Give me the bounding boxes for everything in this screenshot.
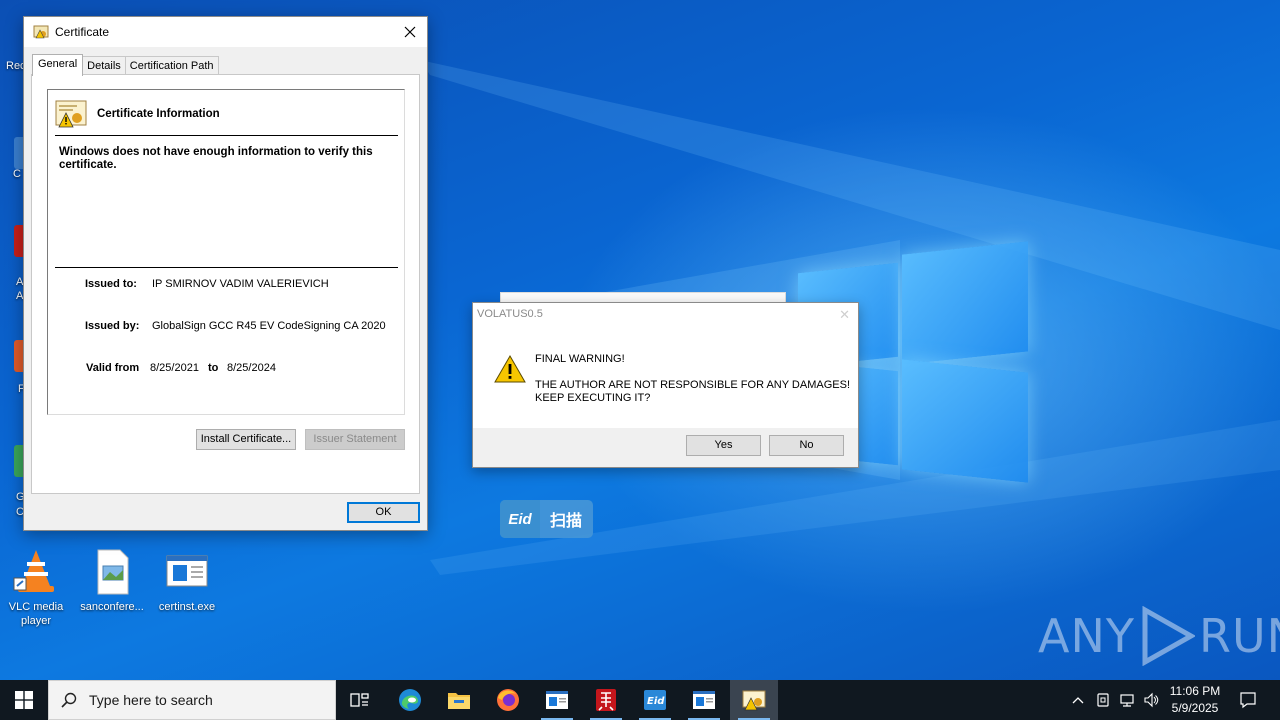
warning-line-1: FINAL WARNING! xyxy=(535,353,625,365)
certificate-warning-icon xyxy=(55,100,87,128)
image-file-icon xyxy=(88,548,136,596)
divider xyxy=(55,267,398,268)
volatus-dialog: VOLATUS0.5 ✕ FINAL WARNING! THE AUTHOR A… xyxy=(472,302,859,468)
valid-from-label: Valid from xyxy=(86,362,140,374)
eid-icon: Eid xyxy=(644,690,666,710)
speaker-icon xyxy=(1144,692,1159,708)
valid-to-label: to xyxy=(208,362,219,374)
exe-icon xyxy=(163,548,211,596)
eid-scan-label: 扫描 xyxy=(550,511,583,530)
notification-icon xyxy=(1240,692,1256,709)
valid-from-value: 8/25/2021 xyxy=(150,362,199,374)
close-icon xyxy=(404,26,416,38)
desktop-partial-label: C xyxy=(13,168,21,180)
tab-certification-path[interactable]: Certification Path xyxy=(124,56,219,76)
info-heading: Certificate Information xyxy=(97,108,220,120)
yes-button[interactable]: Yes xyxy=(686,435,761,456)
taskbar-search-box[interactable]: Type here to search xyxy=(48,680,336,720)
folder-icon xyxy=(448,693,470,709)
install-certificate-button[interactable]: Install Certificate... xyxy=(196,429,296,450)
eid-scan-widget[interactable]: Eid 扫描 xyxy=(500,500,593,538)
warning-line-3: KEEP EXECUTING IT? xyxy=(535,392,651,404)
valid-to-value: 8/25/2024 xyxy=(227,362,276,374)
clock-time: 11:06 PM xyxy=(1169,684,1221,698)
taskbar-edge[interactable] xyxy=(386,680,434,720)
search-icon xyxy=(61,692,77,708)
edge-icon xyxy=(399,689,421,711)
certificate-info-box: Certificate Information Windows does not… xyxy=(47,89,405,415)
issuer-statement-button[interactable]: Issuer Statement xyxy=(305,429,405,450)
taskbar-firefox[interactable] xyxy=(484,680,532,720)
start-button[interactable] xyxy=(0,680,48,720)
taskbar-certificate[interactable] xyxy=(730,680,778,720)
desktop-icon-vlc[interactable]: VLC media player xyxy=(0,548,74,628)
network-icon xyxy=(1120,694,1134,707)
certificate-dialog: Certificate General Details Certificatio… xyxy=(23,16,428,531)
desktop-icon-label: VLC media player xyxy=(8,601,64,627)
app-window-icon xyxy=(546,691,568,709)
app-window-icon xyxy=(693,691,715,709)
desktop-icon-sanconfere[interactable]: sanconfere... xyxy=(74,548,150,614)
certificate-icon xyxy=(33,25,49,39)
certificate-title: Certificate xyxy=(55,25,110,39)
taskbar-app-window[interactable] xyxy=(533,680,581,720)
certificate-warning-text: Windows does not have enough information… xyxy=(59,146,373,171)
issued-to-value: IP SMIRNOV VADIM VALERIEVICH xyxy=(152,278,329,290)
notification-center-button[interactable] xyxy=(1234,680,1262,720)
taskbar-red-app[interactable] xyxy=(582,680,630,720)
info-header: Certificate Information xyxy=(55,100,220,128)
tab-details[interactable]: Details xyxy=(82,56,126,76)
close-icon[interactable]: ✕ xyxy=(839,307,850,323)
svg-text:Eid: Eid xyxy=(647,696,665,707)
desktop-icon-certinst[interactable]: certinst.exe xyxy=(149,548,225,614)
certificate-icon xyxy=(742,690,766,711)
certificate-tabs: General Details Certification Path xyxy=(32,54,219,76)
taskbar-eid-app[interactable]: Eid xyxy=(631,680,679,720)
volatus-title: VOLATUS0.5 xyxy=(477,308,543,320)
taskbar-file-explorer[interactable] xyxy=(435,680,483,720)
no-button[interactable]: No xyxy=(769,435,844,456)
anyrun-watermark: ANY RUN xyxy=(1038,606,1280,666)
issued-by-value: GlobalSign GCC R45 EV CodeSigning CA 202… xyxy=(152,320,386,332)
warning-line-2: THE AUTHOR ARE NOT RESPONSIBLE FOR ANY D… xyxy=(535,379,850,391)
tray-network-button[interactable] xyxy=(1116,680,1138,720)
red-seal-icon xyxy=(596,689,616,711)
desktop-icon-label: sanconfere... xyxy=(80,601,144,613)
search-placeholder: Type here to search xyxy=(89,692,213,708)
clock-date: 5/9/2025 xyxy=(1171,701,1219,715)
task-view-icon xyxy=(350,693,369,707)
certificate-titlebar[interactable]: Certificate xyxy=(24,17,427,47)
tab-general[interactable]: General xyxy=(32,54,84,76)
vlc-icon xyxy=(12,548,60,596)
warning-icon xyxy=(494,354,526,383)
taskbar: Type here to search Eid 11:06 PM 5/9/202… xyxy=(0,680,1280,720)
taskbar-clock[interactable]: 11:06 PM 5/9/2025 xyxy=(1160,683,1230,717)
device-icon xyxy=(1097,693,1109,707)
show-hidden-icons-button[interactable] xyxy=(1068,680,1088,720)
close-button[interactable] xyxy=(399,22,421,42)
tray-device-button[interactable] xyxy=(1092,680,1114,720)
volatus-titlebar[interactable]: VOLATUS0.5 xyxy=(473,303,858,327)
issued-by-label: Issued by: xyxy=(85,320,140,332)
tray-volume-button[interactable] xyxy=(1140,680,1162,720)
ok-button[interactable]: OK xyxy=(347,502,420,523)
general-tab-panel: Certificate Information Windows does not… xyxy=(31,74,420,494)
desktop-icon-label: certinst.exe xyxy=(158,601,216,613)
volatus-message-area: FINAL WARNING! THE AUTHOR ARE NOT RESPON… xyxy=(473,327,858,428)
taskbar-app-window-2[interactable] xyxy=(680,680,728,720)
windows-start-icon xyxy=(15,691,33,709)
divider xyxy=(55,135,398,136)
eid-logo: Eid xyxy=(500,500,540,538)
issued-to-label: Issued to: xyxy=(85,278,137,290)
task-view-button[interactable] xyxy=(336,680,384,720)
firefox-icon xyxy=(497,689,519,711)
chevron-up-icon xyxy=(1072,697,1084,704)
